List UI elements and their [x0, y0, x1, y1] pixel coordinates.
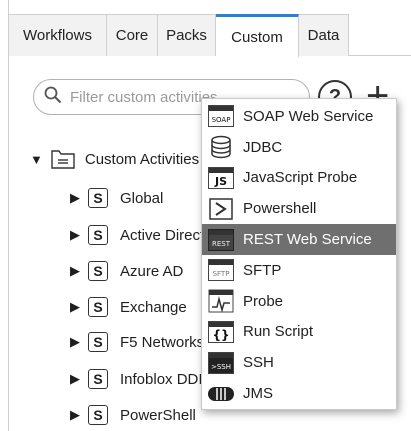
- tree-item-label: Exchange: [120, 298, 187, 316]
- scriptable-icon: S: [88, 225, 108, 245]
- scriptable-icon: S: [88, 261, 108, 281]
- javascript-icon: JS: [207, 166, 235, 190]
- menu-item-label: Run Script: [243, 323, 314, 341]
- ssh-icon: >SSH: [207, 351, 235, 375]
- menu-item-label: JMS: [243, 385, 273, 403]
- tree-root-custom-activities[interactable]: ▼ Custom Activities: [30, 150, 199, 169]
- menu-item-label: Powershell: [243, 200, 317, 218]
- activity-type-menu: SOAP SOAP Web Service JDBC JS JavaScript…: [201, 98, 397, 410]
- menu-item-label: JavaScript Probe: [243, 169, 358, 187]
- tree-item-exchange[interactable]: ▶ S Exchange: [70, 295, 187, 319]
- menu-item-label: Probe: [243, 292, 284, 310]
- menu-item-label: SSH: [243, 354, 274, 372]
- menu-item-rest-web-service[interactable]: REST REST Web Service: [202, 224, 396, 255]
- menu-item-run-script[interactable]: {} Run Script: [202, 317, 396, 348]
- tree-item-azure-ad[interactable]: ▶ S Azure AD: [70, 259, 183, 283]
- tree-item-label: F5 Networks: [120, 333, 205, 351]
- scriptable-icon: S: [88, 332, 108, 352]
- soap-icon: SOAP: [207, 104, 235, 128]
- tab-bar: Workflows Core Packs Custom Data: [8, 14, 411, 57]
- tree-item-label: PowerShell: [120, 406, 196, 424]
- menu-item-javascript-probe[interactable]: JS JavaScript Probe: [202, 163, 396, 194]
- menu-item-jms[interactable]: JMS: [202, 378, 396, 409]
- tree-item-powershell[interactable]: ▶ S PowerShell: [70, 403, 196, 427]
- tab-workflows[interactable]: Workflows: [8, 14, 107, 56]
- powershell-icon: [207, 197, 235, 221]
- menu-item-powershell[interactable]: Powershell: [202, 193, 396, 224]
- sftp-icon: SFTP: [207, 258, 235, 282]
- caret-right-icon[interactable]: ▶: [70, 190, 80, 206]
- menu-item-label: SFTP: [243, 261, 282, 279]
- database-icon: [207, 135, 235, 159]
- caret-right-icon[interactable]: ▶: [70, 334, 80, 350]
- tree-item-label: Azure AD: [120, 262, 184, 280]
- scriptable-icon: S: [88, 405, 108, 425]
- caret-right-icon[interactable]: ▶: [70, 227, 80, 243]
- tree-item-label: Global: [120, 189, 164, 207]
- menu-item-soap-web-service[interactable]: SOAP SOAP Web Service: [202, 101, 396, 132]
- tab-core[interactable]: Core: [107, 14, 158, 56]
- caret-right-icon[interactable]: ▶: [70, 263, 80, 279]
- menu-item-jdbc[interactable]: JDBC: [202, 132, 396, 163]
- probe-icon: [207, 289, 235, 313]
- tree-item-f5-networks[interactable]: ▶ S F5 Networks: [70, 330, 204, 354]
- caret-right-icon[interactable]: ▶: [70, 371, 80, 387]
- search-icon: [44, 86, 62, 109]
- tab-packs[interactable]: Packs: [158, 14, 216, 56]
- folder-icon: [51, 150, 75, 169]
- tree-root-label: Custom Activities: [84, 151, 200, 168]
- caret-right-icon[interactable]: ▶: [70, 407, 80, 423]
- jms-icon: [207, 382, 235, 406]
- menu-item-label: REST Web Service: [243, 231, 372, 249]
- menu-item-label: JDBC: [243, 138, 283, 156]
- tree-item-infoblox-ddi[interactable]: ▶ S Infoblox DDI: [70, 367, 203, 391]
- menu-item-sftp[interactable]: SFTP SFTP: [202, 255, 396, 286]
- scriptable-icon: S: [88, 297, 108, 317]
- tab-custom[interactable]: Custom: [216, 14, 299, 57]
- tab-data[interactable]: Data: [299, 14, 349, 56]
- run-script-icon: {}: [207, 320, 235, 344]
- tree-item-global[interactable]: ▶ S Global: [70, 186, 163, 210]
- menu-item-probe[interactable]: Probe: [202, 286, 396, 317]
- caret-down-icon[interactable]: ▼: [30, 152, 43, 167]
- caret-right-icon[interactable]: ▶: [70, 299, 80, 315]
- tree-item-label: Infoblox DDI: [120, 370, 203, 388]
- scriptable-icon: S: [88, 369, 108, 389]
- menu-item-ssh[interactable]: >SSH SSH: [202, 347, 396, 378]
- scriptable-icon: S: [88, 188, 108, 208]
- menu-item-label: SOAP Web Service: [243, 107, 374, 125]
- rest-icon: REST: [207, 228, 235, 252]
